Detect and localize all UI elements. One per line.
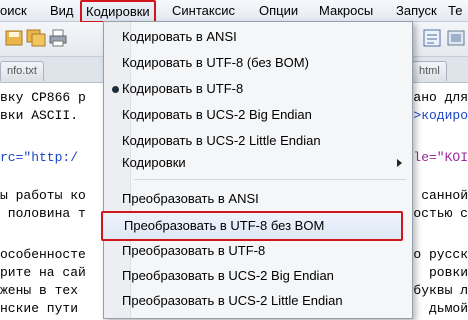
editor-line: жены в тех (0, 283, 79, 298)
editor-line: рите на сай (0, 265, 86, 280)
editor-line-tail: о русск (413, 247, 468, 262)
save-all-icon[interactable] (26, 28, 46, 48)
editor-line: половина т (0, 206, 86, 221)
editor-line-tail: дьмой (428, 301, 468, 316)
tab-file[interactable]: nfo.txt (0, 61, 44, 81)
menu-options[interactable]: Опции (259, 2, 298, 19)
menu-item-encode-ansi[interactable]: Кодировать в ANSI (104, 26, 410, 48)
menu-item-encodings-submenu[interactable]: Кодировки (104, 152, 410, 174)
menu-item-convert-ucs2-le[interactable]: Преобразовать в UCS-2 Little Endian (104, 290, 410, 312)
editor-line: вку CP866 р (0, 90, 86, 105)
menu-item-convert-ucs2-be[interactable]: Преобразовать в UCS-2 Big Endian (104, 265, 410, 287)
menu-item-convert-ansi[interactable]: Преобразовать в ANSI (104, 188, 410, 210)
menu-item-encode-ucs2-be[interactable]: Кодировать в UCS-2 Big Endian (104, 104, 410, 126)
submenu-arrow-icon (397, 159, 402, 167)
editor-line-tail: буквы л (413, 283, 468, 298)
menu-separator (134, 179, 406, 180)
menu-search[interactable]: оиск (0, 2, 27, 19)
menu-view[interactable]: Вид (50, 2, 74, 19)
encoding-dropdown-menu: Кодировать в ANSI Кодировать в UTF-8 (бе… (101, 21, 413, 319)
menu-syntax[interactable]: Синтаксис (172, 2, 235, 19)
menu-item-convert-utf8-no-bom[interactable]: Преобразовать в UTF-8 без BOM (101, 211, 403, 241)
editor-line-tail: санной (421, 188, 468, 203)
editor-line: особенносте (0, 247, 86, 262)
menu-item-encode-utf8-no-bom[interactable]: Кодировать в UTF-8 (без BOM) (104, 52, 410, 74)
editor-line-tail: ностью с (405, 206, 468, 221)
editor-line: rc="http:/ (0, 150, 79, 165)
editor-line-tail: le="KOI (413, 150, 468, 165)
print-icon[interactable] (48, 28, 68, 48)
save-icon[interactable] (4, 28, 24, 48)
menu-item-convert-utf8[interactable]: Преобразовать в UTF-8 (104, 240, 410, 262)
editor-line: ы работы ко (0, 188, 86, 203)
editor-line: нские пути (0, 301, 79, 316)
editor-line: вки ASCII. (0, 108, 79, 123)
tab-file-html[interactable]: html (412, 61, 447, 81)
menu-item-encode-ucs2-le[interactable]: Кодировать в UCS-2 Little Endian (104, 130, 410, 152)
menu-item-encode-utf8[interactable]: Кодировать в UTF-8 (104, 78, 410, 100)
menu-more[interactable]: Те (448, 2, 462, 19)
menu-bar: оиск Вид Кодировки Синтаксис Опции Макро… (0, 0, 468, 23)
macro-icon[interactable] (446, 28, 466, 48)
editor-line-tail: ровки (428, 265, 468, 280)
view-icon[interactable] (422, 28, 442, 48)
radio-check-icon (112, 86, 119, 93)
menu-run[interactable]: Запуск (396, 2, 437, 19)
menu-macros[interactable]: Макросы (319, 2, 373, 19)
menu-encoding[interactable]: Кодировки (80, 0, 156, 23)
